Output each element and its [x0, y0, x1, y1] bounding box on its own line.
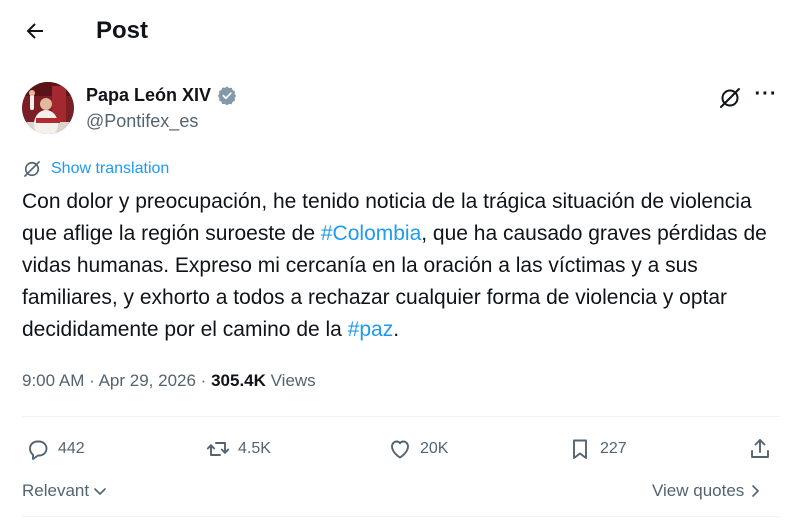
view-quotes-link[interactable]: View quotes — [652, 480, 762, 502]
repost-icon — [206, 442, 230, 456]
hashtag-link[interactable]: #paz — [348, 318, 394, 341]
translate-icon — [24, 161, 40, 177]
share-button[interactable] — [748, 432, 772, 466]
grok-translate-icon — [720, 88, 740, 108]
translate-post-button[interactable] — [718, 86, 742, 110]
meta-separator: · — [200, 371, 207, 390]
chevron-right-icon — [752, 485, 760, 497]
hashtag-link[interactable]: #Colombia — [321, 222, 421, 245]
post-header: Post — [0, 0, 800, 62]
bookmark-icon — [573, 439, 587, 459]
reply-count: 442 — [58, 440, 85, 457]
share-icon — [751, 439, 769, 458]
repost-button[interactable]: 4.5K — [206, 432, 271, 466]
bookmark-count: 227 — [600, 440, 627, 457]
heart-icon — [391, 440, 409, 459]
divider — [22, 416, 780, 417]
author-name-label: Papa León XIV — [86, 85, 212, 105]
action-bar: 442 4.5K 20K 227 — [22, 432, 780, 466]
view-quotes-label: View quotes — [652, 481, 745, 500]
sort-replies-dropdown[interactable]: Relevant — [22, 480, 108, 502]
views-count[interactable]: 305.4K — [211, 371, 266, 390]
repost-count: 4.5K — [238, 440, 271, 457]
divider — [22, 516, 780, 517]
post-date[interactable]: Apr 29, 2026 — [99, 371, 196, 390]
verified-badge-icon — [217, 86, 237, 105]
reply-button[interactable]: 442 — [26, 432, 85, 466]
like-button[interactable]: 20K — [388, 432, 448, 466]
more-dots-icon: ··· — [754, 83, 778, 105]
meta-separator: · — [89, 371, 95, 390]
arrow-left-icon — [26, 23, 43, 39]
sort-label: Relevant — [22, 481, 90, 500]
page-title: Post — [96, 17, 149, 44]
show-translation-link[interactable]: Show translation — [22, 158, 169, 180]
tweet-text: Con dolor y preocupación, he tenido noti… — [22, 186, 782, 346]
avatar[interactable] — [22, 82, 74, 134]
post-meta: 9:00 AM · Apr 29, 2026 · 305.4K Views — [22, 369, 316, 393]
reply-icon — [29, 440, 48, 460]
author-handle[interactable]: @Pontifex_es — [86, 110, 198, 132]
chevron-down-icon — [94, 488, 106, 495]
tweet-text-segment: . — [393, 318, 400, 341]
back-button[interactable] — [20, 16, 50, 46]
bookmark-button[interactable]: 227 — [568, 432, 627, 466]
show-translation-label: Show translation — [51, 160, 170, 177]
more-options-button[interactable]: ··· — [752, 84, 780, 108]
author-name[interactable]: Papa León XIV — [86, 84, 237, 106]
views-label: Views — [270, 371, 316, 390]
like-count: 20K — [420, 440, 449, 457]
post-time[interactable]: 9:00 AM — [22, 371, 84, 390]
